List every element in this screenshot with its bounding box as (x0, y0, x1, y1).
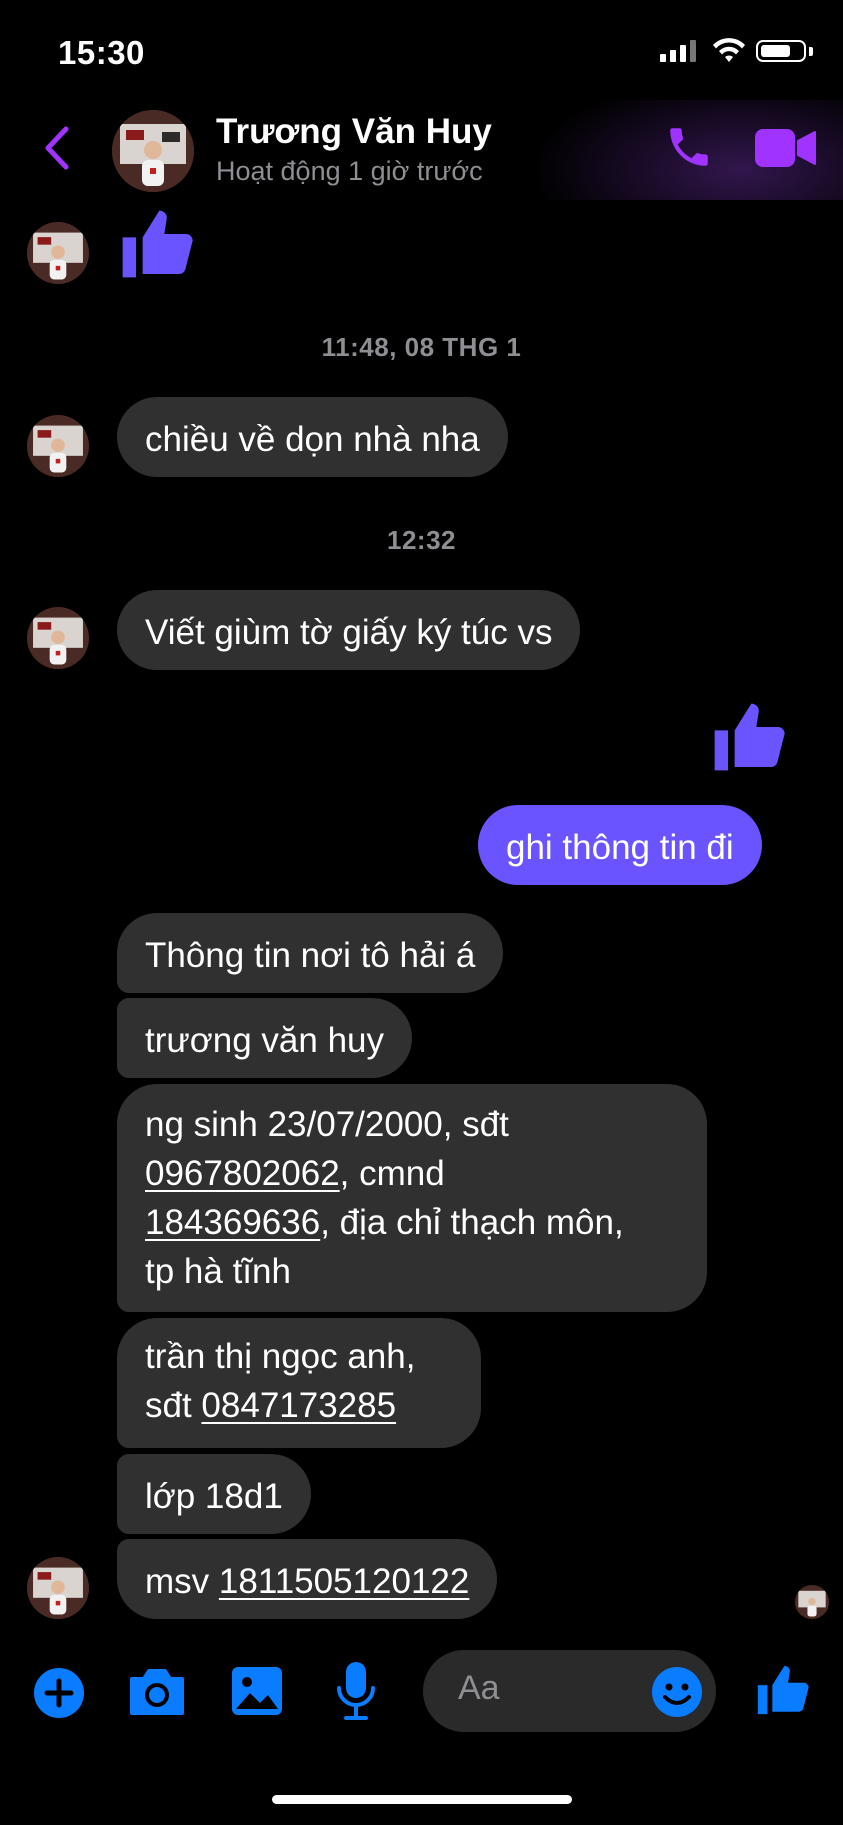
message-text: , cmnd (339, 1154, 445, 1193)
thumbs-up-icon[interactable] (753, 1660, 811, 1720)
thumbs-up-icon (122, 210, 193, 278)
battery-cap (809, 47, 813, 56)
message-text: ng sinh 23/07/2000, sđt (145, 1105, 509, 1144)
phone-link[interactable]: 0847173285 (201, 1386, 396, 1425)
battery-icon (756, 40, 806, 62)
microphone-icon[interactable] (334, 1660, 378, 1722)
phone-icon[interactable] (664, 122, 714, 172)
message-bubble[interactable]: lớp 18d1 (117, 1454, 311, 1534)
message-text: trần thị ngọc anh, (145, 1337, 416, 1376)
thumbs-up-icon (714, 703, 785, 771)
timestamp: 11:48, 08 THG 1 (321, 332, 522, 362)
sender-avatar[interactable] (27, 415, 89, 477)
message-text: , địa chỉ thạch môn, (320, 1203, 624, 1242)
status-time: 15:30 (58, 34, 145, 71)
message-text: msv (145, 1562, 219, 1601)
my-message-bubble[interactable]: ghi thông tin đi (478, 805, 762, 885)
battery-level (761, 45, 790, 57)
phone-link[interactable]: 0967802062 (145, 1154, 340, 1193)
sender-avatar[interactable] (27, 1557, 89, 1619)
video-camera-icon[interactable] (755, 127, 817, 169)
wifi-icon (713, 38, 745, 62)
signal-icon (660, 40, 696, 62)
message-input-placeholder: Aa (458, 1669, 500, 1707)
message-bubble[interactable]: Thông tin nơi tô hải á (117, 913, 504, 993)
message-bubble[interactable]: chiều về dọn nhà nha (117, 397, 508, 477)
message-text: tp hà tĩnh (145, 1252, 291, 1291)
home-indicator[interactable] (272, 1795, 572, 1804)
sender-avatar[interactable] (27, 222, 89, 284)
timestamp: 12:32 (387, 525, 456, 555)
emoji-icon[interactable] (650, 1665, 704, 1719)
student-id-link[interactable]: 1811505120122 (219, 1562, 469, 1601)
message-bubble[interactable]: msv 1811505120122 (117, 1539, 498, 1619)
message-text: sđt (145, 1386, 202, 1425)
camera-icon[interactable] (128, 1667, 186, 1717)
seen-indicator-avatar (795, 1585, 829, 1619)
plus-icon[interactable] (33, 1667, 85, 1719)
message-bubble[interactable]: Viết giùm tờ giấy ký túc vs (117, 590, 581, 670)
back-chevron-icon[interactable] (42, 125, 72, 171)
message-bubble[interactable]: trần thị ngọc anh, sđt 0847173285 (117, 1318, 481, 1448)
message-bubble[interactable]: ng sinh 23/07/2000, sđt 0967802062, cmnd… (117, 1084, 707, 1312)
contact-name[interactable]: Trương Văn Huy (216, 112, 492, 152)
gallery-icon[interactable] (230, 1665, 284, 1717)
message-bubble[interactable]: trương văn huy (117, 998, 413, 1078)
active-status: Hoạt động 1 giờ trước (216, 156, 483, 186)
sender-avatar[interactable] (27, 607, 89, 669)
contact-avatar[interactable] (112, 110, 194, 192)
id-number-link[interactable]: 184369636 (145, 1203, 320, 1242)
